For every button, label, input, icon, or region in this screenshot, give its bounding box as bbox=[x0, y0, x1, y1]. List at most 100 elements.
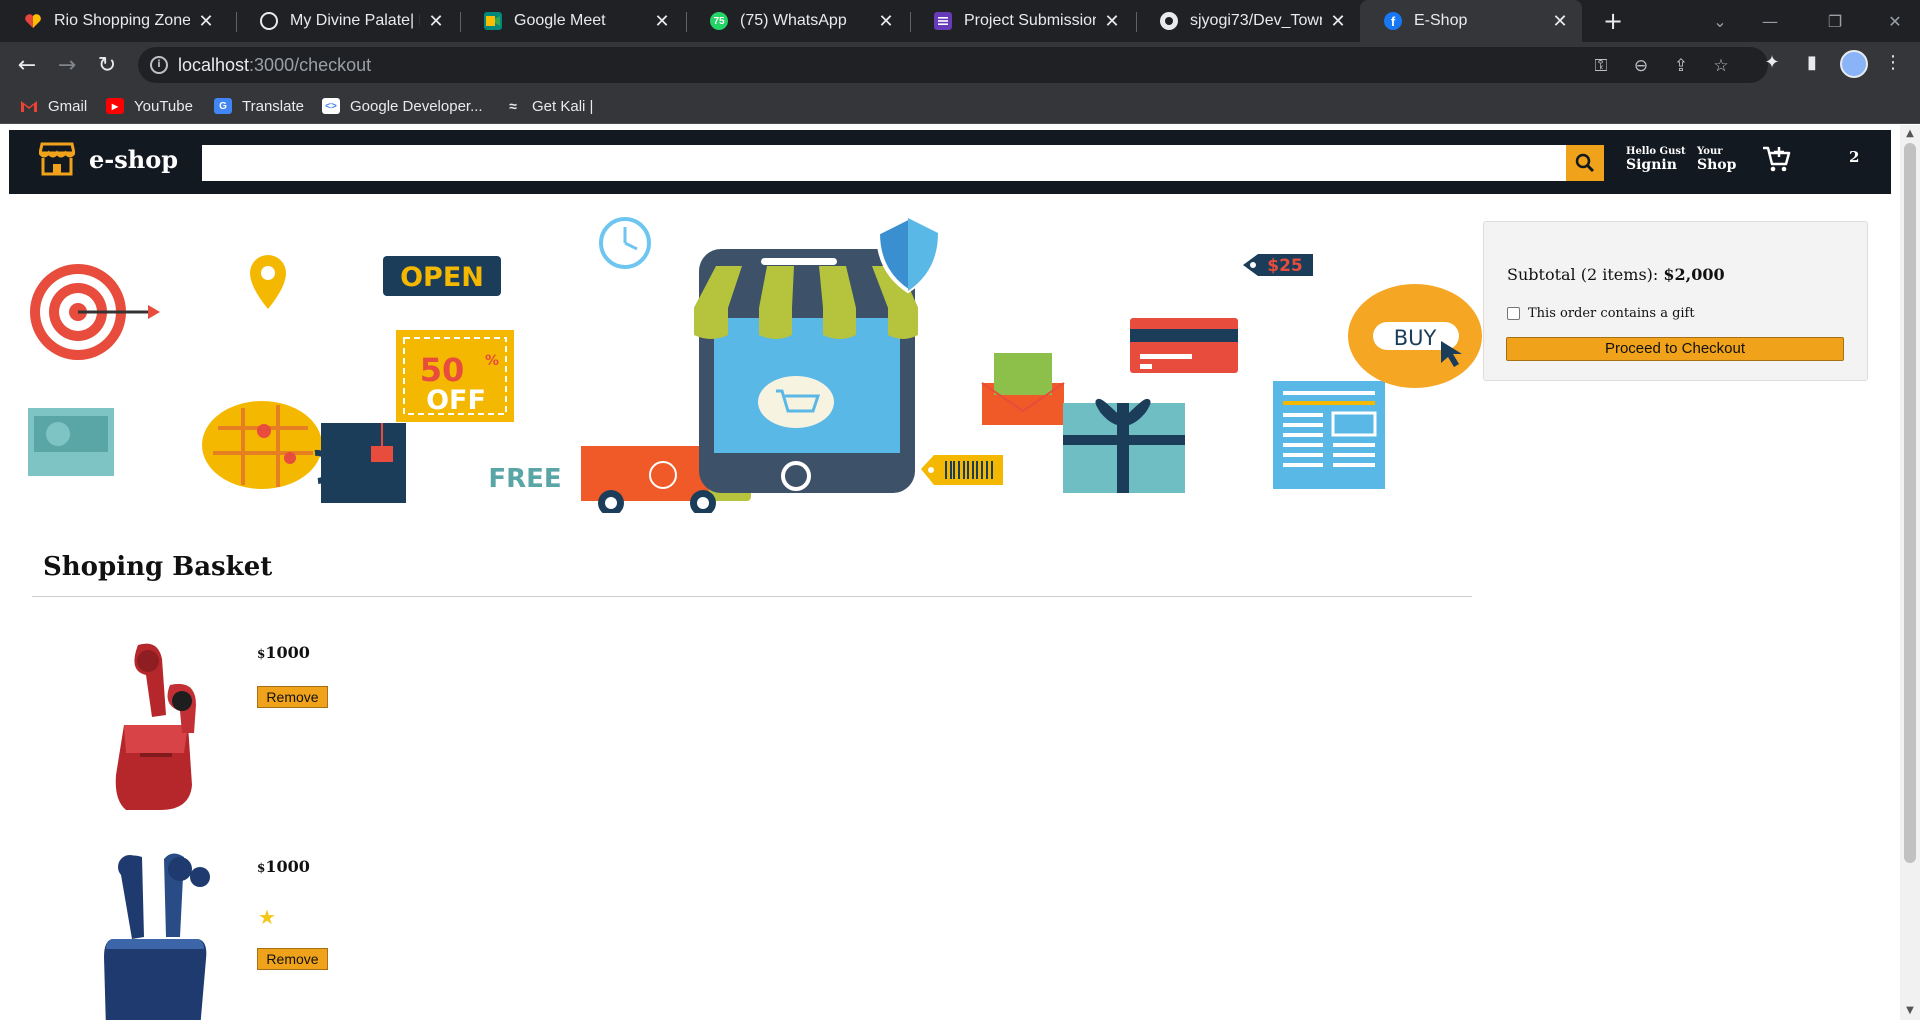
cart-icon[interactable] bbox=[1761, 144, 1791, 174]
google-developers-icon: <> bbox=[322, 98, 340, 114]
star-icon: ★ bbox=[258, 905, 276, 929]
close-icon[interactable]: ✕ bbox=[428, 11, 444, 32]
extensions-icon[interactable]: ✦ bbox=[1759, 50, 1785, 76]
your-text: Your bbox=[1697, 146, 1723, 157]
signin-link[interactable]: Hello Gust Signin bbox=[1626, 146, 1686, 173]
zoom-icon[interactable]: ⊖ bbox=[1630, 55, 1652, 77]
basket-item: $1000 Remove bbox=[40, 635, 440, 815]
tab-eshop[interactable]: f E-Shop ✕ bbox=[1360, 0, 1582, 42]
bookmark-youtube[interactable]: ▶ YouTube bbox=[106, 96, 193, 116]
facebook-icon: f bbox=[1384, 12, 1402, 30]
tab-whatsapp[interactable]: 75 (75) WhatsApp ✕ bbox=[686, 0, 908, 42]
remove-button[interactable]: Remove bbox=[257, 948, 328, 970]
scrollbar-thumb[interactable] bbox=[1904, 143, 1916, 863]
close-icon[interactable]: ✕ bbox=[198, 11, 214, 32]
subtotal-panel: Subtotal (2 items): $2,000 This order co… bbox=[1483, 221, 1868, 381]
tab-title: E-Shop bbox=[1414, 12, 1468, 29]
map-icon bbox=[202, 401, 322, 489]
share-icon[interactable]: ⇪ bbox=[1670, 55, 1692, 77]
gift-option: This order contains a gift bbox=[1507, 306, 1695, 321]
price-tag-icon: $25 bbox=[1243, 254, 1313, 276]
tab-divine-palate[interactable]: My Divine Palate| Log ✕ bbox=[236, 0, 458, 42]
bookmark-label: Translate bbox=[242, 97, 304, 115]
basket-divider bbox=[32, 596, 1472, 597]
remove-button[interactable]: Remove bbox=[257, 686, 328, 708]
browser-toolbar: ← → ↻ i localhost:3000/checkout ⚿ ⊖ ⇪ ☆ bbox=[0, 42, 1920, 88]
svg-text:BUY: BUY bbox=[1394, 326, 1437, 350]
signin-text: Signin bbox=[1626, 157, 1677, 173]
scroll-up-arrow-icon[interactable]: ▲ bbox=[1900, 125, 1920, 143]
tab-title: (75) WhatsApp bbox=[740, 12, 847, 29]
discount-coupon-icon: 50 % OFF bbox=[396, 330, 514, 422]
close-icon[interactable]: ✕ bbox=[1104, 11, 1120, 32]
svg-text:%: % bbox=[485, 353, 499, 369]
search-input[interactable] bbox=[202, 145, 1576, 181]
item-price: $1000 bbox=[257, 643, 310, 662]
profile-avatar[interactable] bbox=[1840, 50, 1868, 78]
menu-kebab-icon[interactable]: ⋮ bbox=[1880, 50, 1906, 76]
close-icon[interactable]: ✕ bbox=[878, 11, 894, 32]
location-pin-icon bbox=[250, 255, 286, 309]
tab-title: Google Meet bbox=[514, 12, 606, 29]
tab-rio-shopping[interactable]: Rio Shopping Zone ✕ bbox=[0, 0, 228, 42]
bookmark-star-icon[interactable]: ☆ bbox=[1710, 55, 1732, 77]
proceed-to-checkout-button[interactable]: Proceed to Checkout bbox=[1506, 337, 1844, 361]
bookmark-kali[interactable]: ≈ Get Kali | bbox=[504, 96, 593, 116]
bookmark-google-developers[interactable]: <> Google Developer... bbox=[322, 96, 483, 116]
subtotal-text: Subtotal (2 items): $2,000 bbox=[1507, 265, 1725, 284]
close-icon[interactable]: ✕ bbox=[654, 11, 670, 32]
page-scrollbar[interactable]: ▲ ▼ bbox=[1900, 125, 1920, 1020]
price-value: 1000 bbox=[265, 857, 310, 876]
bookmark-gmail[interactable]: Gmail bbox=[20, 96, 87, 116]
address-bar[interactable]: i localhost:3000/checkout ⚿ ⊖ ⇪ ☆ bbox=[138, 47, 1768, 83]
tab-title: Rio Shopping Zone bbox=[54, 12, 190, 29]
cart-count: 2 bbox=[1849, 148, 1860, 166]
product-image-blue-earbuds bbox=[104, 853, 210, 1020]
url-text: localhost:3000/checkout bbox=[178, 55, 371, 76]
url-host: localhost bbox=[178, 55, 250, 75]
forward-arrow-icon[interactable]: → bbox=[52, 50, 82, 80]
tab-search-icon[interactable]: ⌄ bbox=[1695, 0, 1745, 42]
tab-project-submission[interactable]: Project Submission fo ✕ bbox=[910, 0, 1134, 42]
svg-text:50: 50 bbox=[420, 351, 465, 389]
cash-icon bbox=[28, 408, 114, 476]
your-shop-link[interactable]: Your Shop bbox=[1697, 146, 1736, 173]
key-icon[interactable]: ⚿ bbox=[1590, 55, 1612, 77]
tab-title: sjyogi73/Dev_Town_A bbox=[1190, 12, 1322, 29]
brand-name: e-shop bbox=[89, 144, 178, 174]
side-panel-icon[interactable]: ▮ bbox=[1799, 50, 1825, 76]
whatsapp-icon: 75 bbox=[710, 12, 728, 30]
site-info-icon[interactable]: i bbox=[150, 56, 168, 74]
subtotal-label: Subtotal (2 items): bbox=[1507, 265, 1664, 284]
scroll-down-arrow-icon[interactable]: ▼ bbox=[1900, 1002, 1920, 1020]
minimize-button[interactable]: — bbox=[1745, 0, 1795, 42]
close-icon[interactable]: ✕ bbox=[1552, 11, 1568, 32]
brand-logo[interactable]: e-shop bbox=[39, 142, 178, 176]
gift-checkbox[interactable] bbox=[1507, 307, 1520, 320]
shopping-banner-image: OPEN 50 %OFF FREE $25 BUY bbox=[28, 215, 1482, 513]
close-icon[interactable]: ✕ bbox=[1330, 11, 1346, 32]
open-sign-icon: OPEN bbox=[383, 256, 501, 296]
restore-button[interactable]: ❐ bbox=[1810, 0, 1860, 42]
reload-icon[interactable]: ↻ bbox=[92, 50, 122, 80]
bookmark-label: Get Kali | bbox=[532, 97, 594, 115]
tab-github[interactable]: sjyogi73/Dev_Town_A ✕ bbox=[1136, 0, 1360, 42]
clock-icon bbox=[599, 217, 651, 269]
github-icon bbox=[1160, 12, 1178, 30]
tab-google-meet[interactable]: Google Meet ✕ bbox=[460, 0, 684, 42]
close-window-button[interactable]: ✕ bbox=[1870, 0, 1920, 42]
barcode-tag-icon bbox=[921, 455, 1003, 485]
bookmark-label: Gmail bbox=[48, 97, 88, 115]
kali-icon: ≈ bbox=[509, 98, 517, 114]
envelope-icon bbox=[981, 353, 1065, 425]
tab-title: Project Submission fo bbox=[964, 12, 1096, 29]
bookmark-translate[interactable]: G Translate bbox=[214, 96, 304, 116]
product-image-red-earbuds bbox=[115, 643, 196, 810]
bookmark-label: Google Developer... bbox=[350, 97, 483, 115]
new-tab-button[interactable]: + bbox=[1598, 6, 1628, 36]
back-arrow-icon[interactable]: ← bbox=[12, 50, 42, 80]
shop-text: Shop bbox=[1697, 157, 1737, 173]
item-price: $1000 bbox=[257, 857, 310, 876]
search-button[interactable] bbox=[1566, 145, 1604, 181]
gmail-icon bbox=[20, 98, 38, 114]
